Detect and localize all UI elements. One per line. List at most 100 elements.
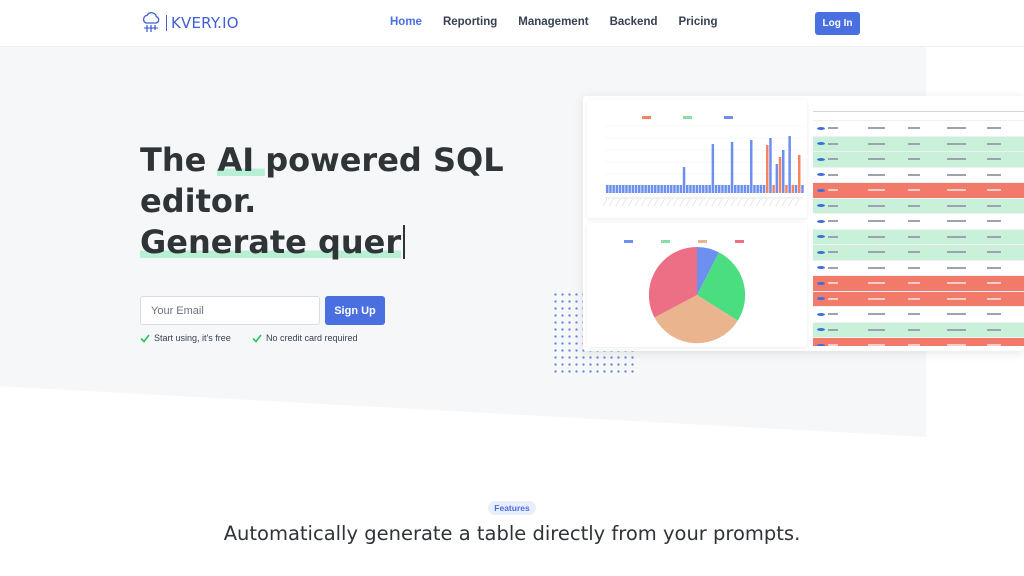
bar-mark [711,144,715,193]
cell-placeholder [825,328,865,332]
row-bullet [817,328,825,332]
x-tick-mark [615,198,621,207]
x-tick-mark [730,198,736,207]
cell-placeholder [984,343,1024,346]
header-cell-placeholder [981,110,1024,114]
bar-mark [718,185,721,193]
cell-placeholder [944,297,984,301]
cell-placeholder [865,235,905,239]
table-preview-row [813,229,1024,245]
signup-button[interactable]: Sign Up [325,296,385,325]
row-bullet [817,204,825,208]
x-tick-mark [711,198,717,207]
x-tick-mark [602,198,608,207]
cell-placeholder [905,312,945,316]
table-preview-row [813,167,1024,183]
table-preview-row [813,307,1024,323]
x-tick-mark [621,198,627,207]
email-input[interactable] [140,296,320,325]
x-tick-mark [762,198,768,207]
x-tick-mark [756,198,761,207]
nav-link-pricing[interactable]: Pricing [679,16,718,28]
table-preview-row [813,245,1024,261]
cell-placeholder [944,250,984,254]
cell-placeholder [905,343,945,346]
cell-placeholder [825,235,865,239]
x-tick-mark [717,198,723,207]
logo[interactable]: KVERY.IO [140,12,239,34]
header-cell-placeholder [897,110,940,114]
check-icon [140,334,150,343]
header-cell-placeholder [855,110,898,114]
perk-free: Start using, it's free [140,333,231,343]
bar-mark [743,185,747,193]
cell-placeholder [825,250,865,254]
hero-headline: The AI powered SQL editor. Generate quer [140,140,540,263]
bar-mark [634,185,638,193]
nav-link-home[interactable]: Home [390,16,422,28]
bar-series [606,136,804,193]
x-tick-mark [634,198,640,207]
login-button[interactable]: Log In [815,12,860,35]
table-preview-row [813,183,1024,199]
bar-mark [638,185,641,193]
cell-placeholder [865,142,905,146]
cell-placeholder [825,312,865,316]
headline-line-2: editor. [140,182,257,220]
nav-link-reporting[interactable]: Reporting [443,16,497,28]
bar-chart-graphic [602,116,804,207]
cell-placeholder [905,328,945,332]
cell-placeholder [825,126,865,130]
bar-mark [788,136,791,193]
cell-placeholder [984,312,1024,316]
check-icon [252,334,262,343]
cell-placeholder [865,157,905,161]
cell-placeholder [865,173,905,177]
cell-placeholder [825,266,865,270]
table-preview-row [813,121,1024,137]
row-bullet [817,250,825,254]
cell-placeholder [944,188,984,192]
x-tick-mark [653,198,659,207]
cell-placeholder [905,235,945,239]
cell-placeholder [944,266,984,270]
bar-mark [727,185,731,193]
bar-mark [606,185,609,193]
row-bullet [817,235,825,239]
cell-placeholder [944,142,984,146]
nav-link-management[interactable]: Management [518,16,588,28]
bar-mark [615,185,619,193]
headline-highlight-ai: AI [217,141,266,179]
bar-mark [666,185,670,193]
cell-placeholder [944,157,984,161]
x-tick-mark [743,198,749,207]
cell-placeholder [905,281,945,285]
cell-placeholder [825,173,865,177]
bar-mark [654,185,657,193]
row-bullet [817,142,825,146]
nav-link-backend[interactable]: Backend [610,16,658,28]
cell-placeholder [984,126,1024,130]
x-tick-mark [705,198,710,207]
bar-mark [782,150,785,193]
bar-mark [647,185,651,193]
x-tick-mark [775,198,781,207]
x-tick-mark [647,198,653,207]
bar-mark [724,185,727,193]
bar-mark [612,185,615,193]
header-cell-placeholder [813,110,856,114]
bar-mark [609,185,612,193]
bar-mark [801,185,804,193]
cell-placeholder [944,126,984,130]
table-preview-row [813,338,1024,346]
x-tick-mark [679,198,685,207]
bar-mark [766,145,769,193]
bar-mark [759,185,763,193]
bar-mark [705,185,708,193]
cell-placeholder [825,188,865,192]
x-tick-mark [788,198,793,207]
row-bullet [817,157,825,161]
cell-placeholder [984,235,1024,239]
cell-placeholder [984,281,1024,285]
bar-mark [657,185,660,193]
